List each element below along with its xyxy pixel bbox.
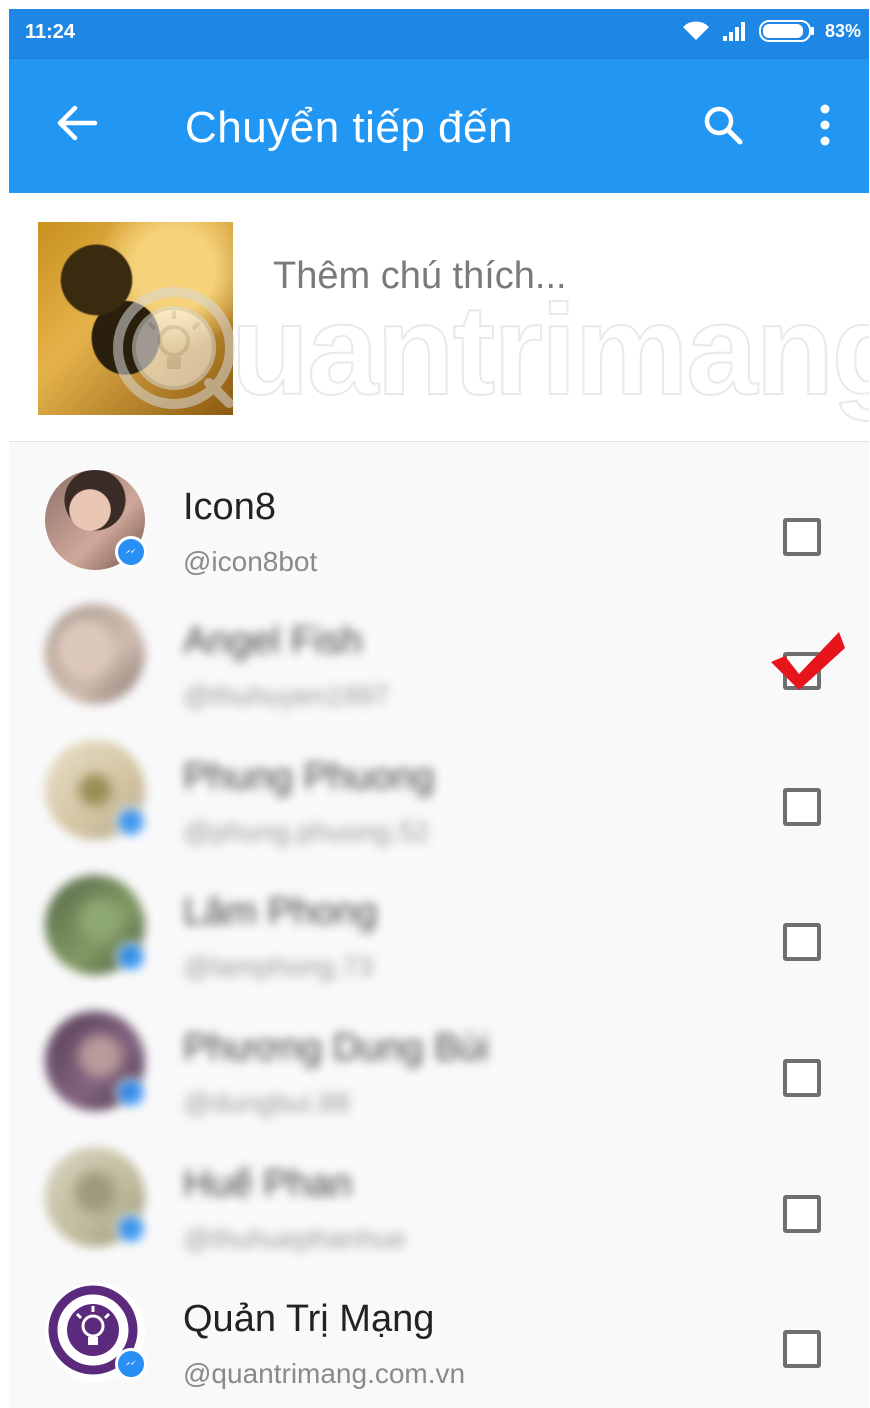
avatar — [45, 1011, 147, 1111]
app-bar: Chuyển tiếp đến — [9, 59, 869, 193]
avatar — [45, 1282, 147, 1382]
battery-icon — [758, 19, 815, 43]
shared-photo-thumbnail[interactable] — [38, 222, 233, 415]
arrow-back-icon — [55, 103, 99, 148]
search-button[interactable] — [695, 99, 751, 155]
select-checkbox[interactable] — [783, 1330, 821, 1368]
avatar — [45, 1147, 147, 1247]
messenger-badge-icon — [115, 941, 147, 973]
red-checkmark-icon — [769, 626, 849, 696]
more-options-button[interactable] — [801, 99, 849, 155]
messenger-badge-icon — [115, 1348, 147, 1380]
contact-item-4[interactable]: Lâm Phong @lamphong.73 — [9, 847, 869, 982]
contact-item-2[interactable]: Angel Fish @thuhuyen1997 — [9, 576, 869, 711]
signal-icon — [721, 20, 749, 42]
screen: 11:24 83% Chuyển tiếp đến Thêm chú thích… — [9, 9, 869, 1408]
contact-handle: @dungbui.88 — [183, 1087, 351, 1118]
contact-name: Angel Fish — [183, 620, 363, 662]
status-time: 11:24 — [25, 21, 76, 43]
avatar — [45, 604, 145, 704]
search-icon — [701, 103, 745, 152]
back-button[interactable] — [49, 97, 105, 153]
select-checkbox[interactable] — [783, 1059, 821, 1097]
select-checkbox[interactable] — [783, 923, 821, 961]
contact-name: Huế Phan — [183, 1163, 353, 1205]
contact-name: Phương Dung Bùi — [183, 1027, 489, 1069]
avatar — [45, 740, 147, 840]
status-bar: 11:24 83% — [9, 9, 869, 59]
contact-name: Quản Trị Mạng — [183, 1298, 435, 1340]
status-icons: 83% — [681, 19, 861, 43]
messenger-badge-icon — [115, 1077, 147, 1109]
page-title: Chuyển tiếp đến — [185, 103, 513, 152]
messenger-badge-icon — [115, 536, 147, 568]
contact-handle: @quantrimang.com.vn — [183, 1358, 466, 1389]
contact-handle: @lamphong.73 — [183, 951, 374, 982]
select-checkbox[interactable] — [783, 518, 821, 556]
wifi-icon — [681, 20, 711, 42]
contact-handle: @phung.phuong.52 — [183, 816, 430, 847]
contact-item-5[interactable]: Phương Dung Bùi @dungbui.88 — [9, 983, 869, 1118]
contact-handle: @thuhuyen1997 — [183, 680, 389, 711]
messenger-badge-icon — [115, 806, 147, 838]
contact-name: Lâm Phong — [183, 891, 378, 933]
contact-item-6[interactable]: Huế Phan @thuhuephanhue — [9, 1119, 869, 1254]
contact-name: Icon8 — [183, 486, 276, 528]
avatar — [45, 470, 147, 570]
contact-item-3[interactable]: Phung Phuong @phung.phuong.52 — [9, 712, 869, 847]
battery-percent: 83% — [824, 20, 861, 41]
contact-handle: @icon8bot — [183, 546, 318, 577]
contact-item-icon8[interactable]: Icon8 @icon8bot — [9, 442, 869, 577]
avatar — [45, 875, 147, 975]
caption-input[interactable] — [271, 245, 835, 307]
contact-name: Phung Phuong — [183, 756, 435, 798]
contact-item-quantrimang[interactable]: Quản Trị Mạng @quantrimang.com.vn — [9, 1254, 869, 1389]
contact-handle: @thuhuephanhue — [183, 1223, 407, 1254]
select-checkbox[interactable] — [783, 788, 821, 826]
select-checkbox[interactable] — [783, 1195, 821, 1233]
messenger-badge-icon — [115, 1213, 147, 1245]
caption-area — [9, 193, 869, 442]
more-vertical-icon — [817, 103, 833, 152]
